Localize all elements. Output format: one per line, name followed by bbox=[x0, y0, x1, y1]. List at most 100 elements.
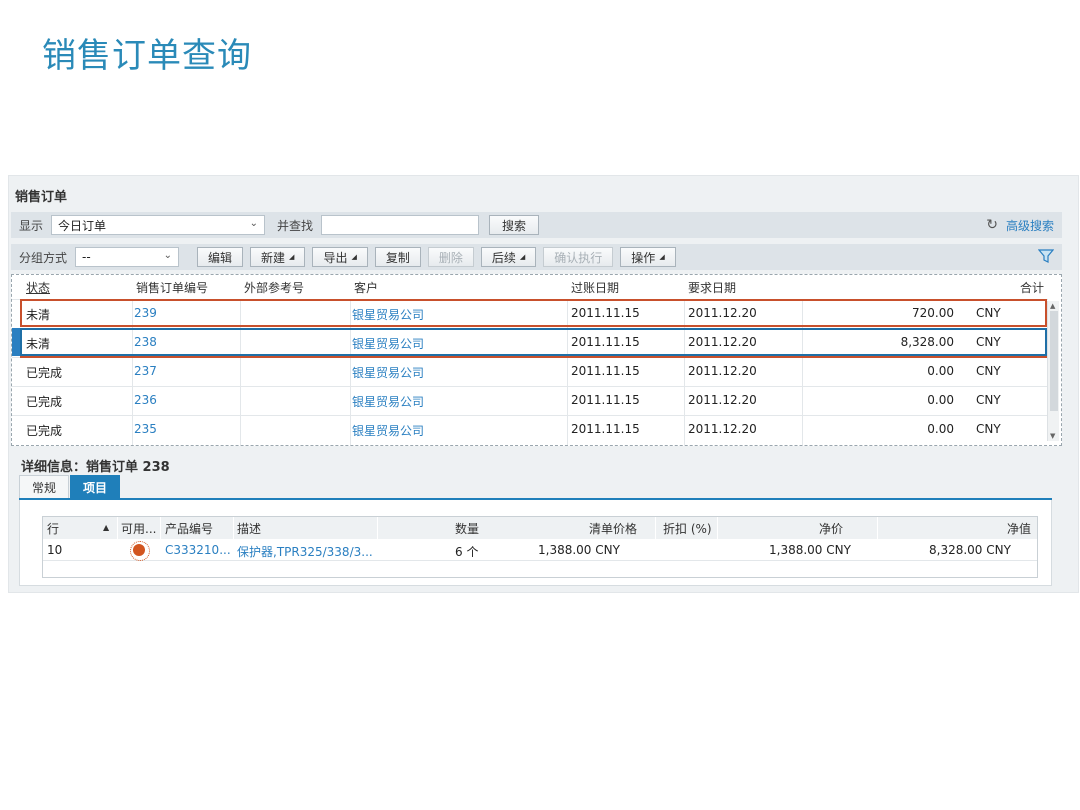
actions-button[interactable]: 操作 ◢ bbox=[620, 247, 676, 267]
detail-panel: 行 ▲ 可用... 产品编号 描述 数量 清单价格 折扣 (%) 净价 净值 1… bbox=[19, 500, 1052, 586]
col-status[interactable]: 状态 bbox=[26, 279, 50, 296]
scroll-up-icon[interactable]: ▲ bbox=[1050, 302, 1055, 310]
col-net-value[interactable]: 净值 bbox=[1007, 520, 1031, 537]
row-selector[interactable] bbox=[12, 328, 20, 356]
item-line: 10 bbox=[47, 543, 63, 557]
column-divider bbox=[567, 387, 568, 416]
detail-tabs: 常规 项目 bbox=[19, 475, 121, 499]
export-button-label: 导出 bbox=[323, 250, 348, 265]
export-button[interactable]: 导出 ◢ bbox=[312, 247, 368, 267]
column-divider bbox=[132, 358, 133, 387]
filter-icon[interactable] bbox=[1038, 248, 1054, 264]
column-divider bbox=[240, 416, 241, 445]
cell-posting-date: 2011.11.15 bbox=[571, 393, 640, 407]
col-description[interactable]: 描述 bbox=[237, 520, 261, 537]
highlight-box bbox=[20, 299, 1047, 327]
chevron-down-icon: ⌄ bbox=[249, 218, 259, 229]
tab-general[interactable]: 常规 bbox=[19, 475, 70, 499]
col-quantity[interactable]: 数量 bbox=[455, 520, 479, 537]
item-product-no[interactable]: C333210... bbox=[165, 543, 231, 557]
col-product-no[interactable]: 产品编号 bbox=[165, 520, 213, 537]
column-divider bbox=[684, 387, 685, 416]
actions-button-label: 操作 bbox=[631, 250, 656, 265]
col-ext-ref[interactable]: 外部参考号 bbox=[244, 279, 304, 296]
col-net-price[interactable]: 净价 bbox=[819, 520, 843, 537]
cell-currency: CNY bbox=[976, 393, 1001, 407]
copy-button[interactable]: 复制 bbox=[374, 247, 421, 267]
confirm-button[interactable]: 确认执行 bbox=[543, 247, 614, 267]
col-posting-date[interactable]: 过账日期 bbox=[571, 279, 619, 296]
refresh-icon[interactable]: ↻ bbox=[986, 217, 998, 233]
table-row[interactable]: 已完成 236 银星贸易公司 2011.11.15 2011.12.20 CNY 0.00 bbox=[12, 386, 1048, 416]
col-line[interactable]: 行 bbox=[47, 520, 59, 537]
col-req-date[interactable]: 要求日期 bbox=[688, 279, 736, 296]
cell-customer[interactable]: 银星贸易公司 bbox=[352, 422, 424, 439]
cell-status: 已完成 bbox=[26, 366, 63, 380]
column-divider bbox=[132, 416, 133, 445]
col-list-price[interactable]: 清单价格 bbox=[589, 520, 637, 537]
item-description[interactable]: 保护器,TPR325/338/3... bbox=[237, 543, 373, 560]
column-divider bbox=[802, 416, 803, 445]
column-divider bbox=[132, 387, 133, 416]
item-net-price: 1,388.00 CNY bbox=[769, 543, 851, 557]
header-separator bbox=[117, 517, 118, 539]
dropdown-arrow-icon: ◢ bbox=[351, 253, 357, 261]
col-customer[interactable]: 客户 bbox=[354, 279, 378, 296]
items-table: 行 ▲ 可用... 产品编号 描述 数量 清单价格 折扣 (%) 净价 净值 1… bbox=[42, 516, 1038, 578]
slide-title: 销售订单查询 bbox=[42, 36, 252, 76]
column-divider bbox=[567, 416, 568, 445]
dropdown-arrow-icon: ◢ bbox=[289, 253, 295, 261]
search-button[interactable]: 搜索 bbox=[489, 215, 540, 235]
followup-button-label: 后续 bbox=[491, 250, 516, 265]
cell-status: 已完成 bbox=[26, 424, 63, 438]
cell-customer[interactable]: 银星贸易公司 bbox=[352, 393, 424, 410]
new-button[interactable]: 新建 ◢ bbox=[250, 247, 306, 267]
group-label: 分组方式 bbox=[19, 250, 68, 265]
tab-items[interactable]: 项目 bbox=[70, 475, 121, 499]
availability-status-icon bbox=[130, 541, 150, 561]
find-input[interactable] bbox=[321, 215, 480, 235]
detail-title: 详细信息：销售订单 238 bbox=[21, 460, 170, 475]
cell-amount: 0.00 bbox=[927, 422, 954, 436]
delete-button[interactable]: 删除 bbox=[427, 247, 474, 267]
dropdown-arrow-icon: ◢ bbox=[659, 253, 665, 261]
column-divider bbox=[567, 358, 568, 387]
edit-button[interactable]: 编辑 bbox=[197, 247, 244, 267]
group-select[interactable]: -- ⌄ bbox=[75, 247, 180, 267]
cell-order-no[interactable]: 236 bbox=[134, 393, 157, 407]
cell-status: 已完成 bbox=[26, 395, 63, 409]
column-divider bbox=[240, 358, 241, 387]
cell-customer[interactable]: 银星贸易公司 bbox=[352, 364, 424, 381]
column-divider bbox=[240, 387, 241, 416]
scroll-down-icon[interactable]: ▼ bbox=[1050, 432, 1055, 440]
scrollbar-thumb[interactable] bbox=[1050, 311, 1058, 411]
chevron-down-icon: ⌄ bbox=[163, 250, 173, 261]
item-quantity: 6 个 bbox=[455, 545, 479, 559]
show-select[interactable]: 今日订单 ⌄ bbox=[51, 215, 266, 235]
cell-order-no[interactable]: 235 bbox=[134, 422, 157, 436]
cell-amount: 0.00 bbox=[927, 364, 954, 378]
sort-asc-icon[interactable]: ▲ bbox=[103, 523, 109, 532]
col-order-no[interactable]: 销售订单编号 bbox=[136, 279, 208, 296]
table-row[interactable]: 已完成 237 银星贸易公司 2011.11.15 2011.12.20 CNY 0.00 bbox=[12, 357, 1048, 387]
column-divider bbox=[350, 387, 351, 416]
column-divider bbox=[350, 416, 351, 445]
dropdown-arrow-icon: ◢ bbox=[519, 253, 526, 261]
col-availability[interactable]: 可用... bbox=[121, 520, 156, 537]
cell-currency: CNY bbox=[976, 422, 1001, 436]
action-bar: 分组方式 -- ⌄ 编辑 新建 ◢ 导出 ◢ 复制 删除 后续 ◢ 确认执行 操作 ◢ bbox=[11, 244, 1062, 270]
cell-req-date: 2011.12.20 bbox=[688, 422, 757, 436]
item-row[interactable]: 10 C333210... 保护器,TPR325/338/3... 6 个 1,… bbox=[43, 539, 1037, 561]
followup-button[interactable]: 后续 ◢ bbox=[480, 247, 537, 267]
grid-header: 状态 销售订单编号 外部参考号 客户 过账日期 要求日期 合计 bbox=[12, 275, 1048, 299]
col-total[interactable]: 合计 bbox=[1020, 279, 1044, 296]
table-row[interactable]: 已完成 235 银星贸易公司 2011.11.15 2011.12.20 CNY 0.00 bbox=[12, 415, 1048, 445]
column-divider bbox=[802, 387, 803, 416]
header-separator bbox=[233, 517, 234, 539]
cell-order-no[interactable]: 237 bbox=[134, 364, 157, 378]
item-net-value: 8,328.00 CNY bbox=[929, 543, 1011, 557]
highlight-box-bottom bbox=[20, 356, 1047, 358]
grid-scrollbar[interactable]: ▲ ▼ bbox=[1047, 301, 1059, 441]
advanced-search-link[interactable]: ↻ 高级搜索 bbox=[986, 212, 1054, 238]
col-discount[interactable]: 折扣 (%) bbox=[663, 520, 712, 537]
